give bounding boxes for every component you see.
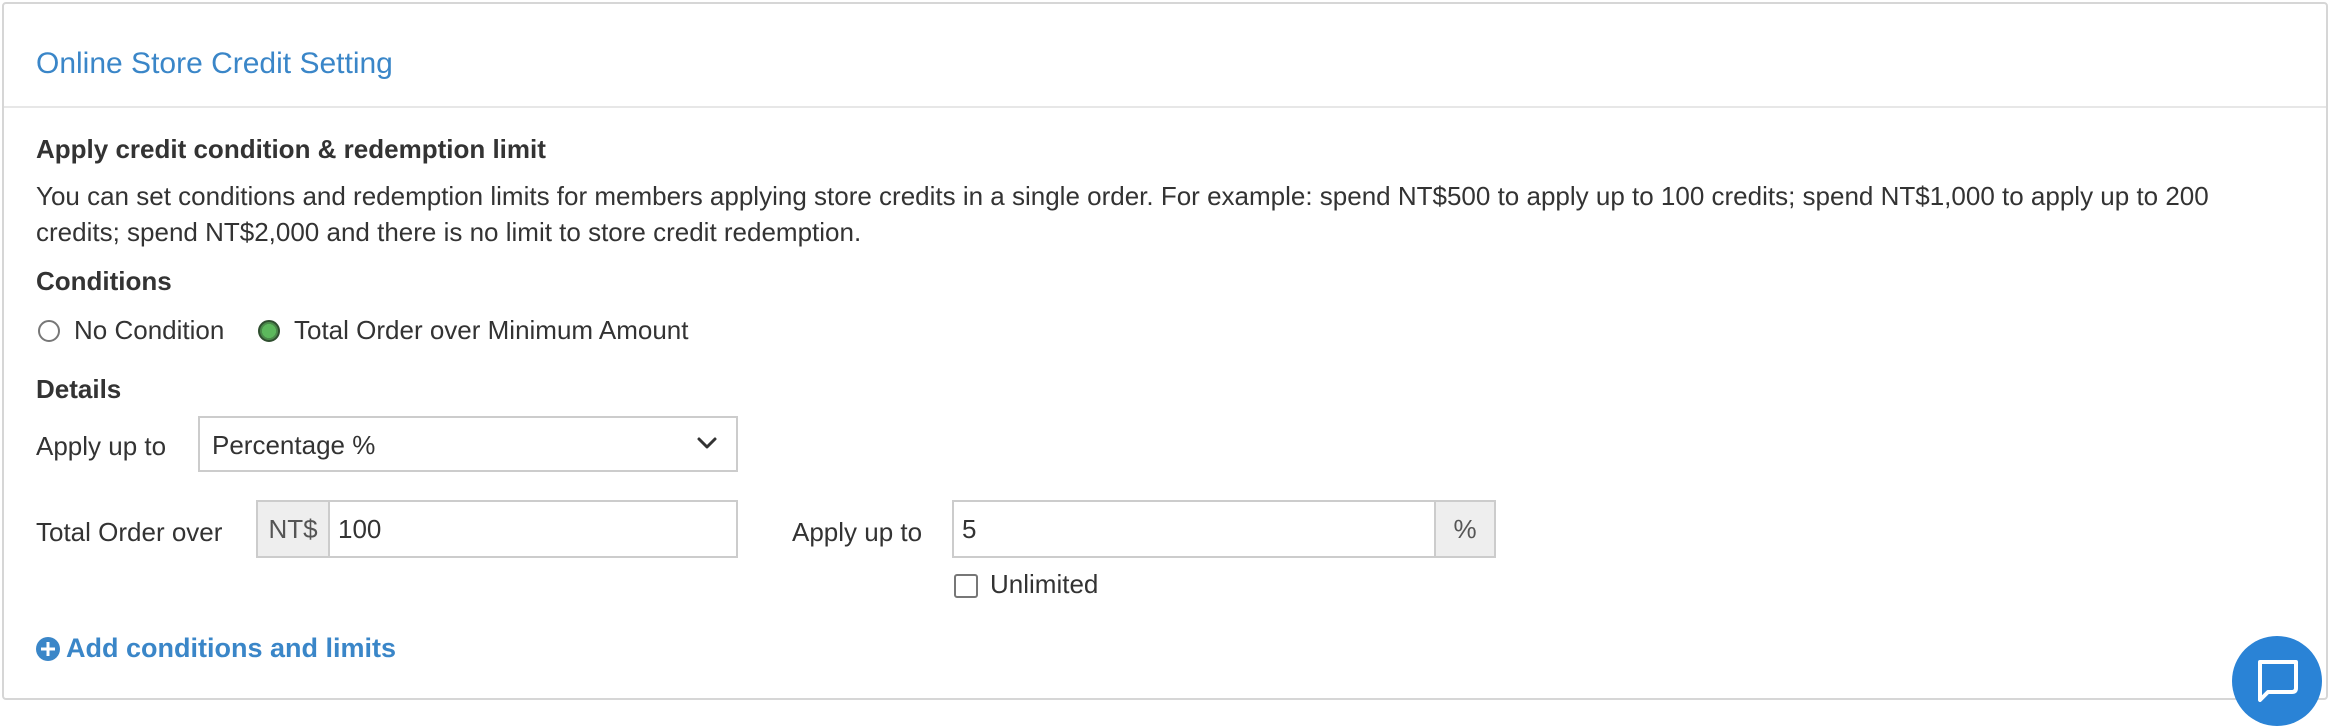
radio-total-order-minimum[interactable] xyxy=(258,320,280,342)
apply-type-selected: Percentage % xyxy=(212,430,376,460)
apply-limit-input[interactable]: 5 xyxy=(952,500,1436,558)
radio-label-total-order-minimum[interactable]: Total Order over Minimum Amount xyxy=(294,312,688,348)
total-order-input-group: NT$ 100 xyxy=(256,500,738,558)
store-credit-panel: Online Store Credit Setting Apply credit… xyxy=(2,2,2328,700)
section-heading: Apply credit condition & redemption limi… xyxy=(36,134,546,164)
unlimited-checkbox[interactable] xyxy=(954,574,978,598)
currency-prefix: NT$ xyxy=(256,500,330,558)
chat-icon xyxy=(2258,660,2298,702)
add-conditions-label: Add conditions and limits xyxy=(66,633,396,663)
total-order-label: Total Order over xyxy=(36,517,223,547)
radio-label-no-condition[interactable]: No Condition xyxy=(74,312,224,348)
unlimited-label[interactable]: Unlimited xyxy=(990,566,1098,602)
total-order-input[interactable]: 100 xyxy=(328,500,738,558)
panel-header: Online Store Credit Setting xyxy=(4,4,2326,108)
details-heading: Details xyxy=(36,374,122,404)
apply-type-select[interactable]: Percentage % xyxy=(198,416,738,472)
section-description: You can set conditions and redemption li… xyxy=(36,181,2209,247)
panel-title: Online Store Credit Setting xyxy=(36,47,393,80)
apply-limit-label: Apply up to xyxy=(792,517,923,547)
percent-suffix: % xyxy=(1434,500,1496,558)
conditions-heading: Conditions xyxy=(36,266,172,296)
apply-limit-input-group: 5 % xyxy=(952,500,1496,558)
radio-no-condition[interactable] xyxy=(38,320,60,342)
plus-circle-icon xyxy=(36,637,60,661)
chevron-down-icon xyxy=(697,437,717,449)
chat-launcher-button[interactable] xyxy=(2232,636,2322,726)
apply-up-to-label: Apply up to xyxy=(36,431,167,461)
